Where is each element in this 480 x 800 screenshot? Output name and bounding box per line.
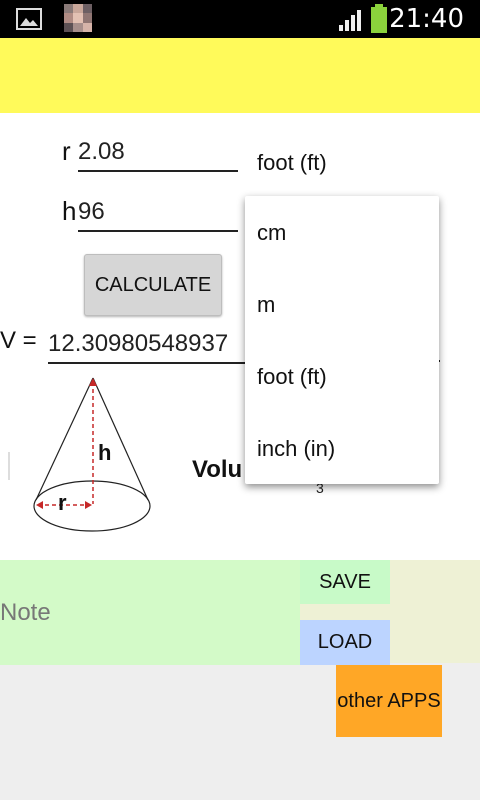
clock-text: 21:40 bbox=[389, 4, 464, 34]
save-button[interactable]: SAVE bbox=[300, 560, 390, 604]
height-input[interactable]: 96 bbox=[78, 194, 238, 232]
r-label: r bbox=[62, 136, 71, 166]
signal-icon bbox=[339, 10, 361, 31]
cone-h-label: h bbox=[98, 440, 112, 465]
small-divider bbox=[8, 452, 10, 480]
calculate-button[interactable]: CALCULATE bbox=[84, 254, 222, 316]
other-apps-button[interactable]: other APPS bbox=[336, 665, 442, 737]
ad-banner bbox=[0, 38, 480, 113]
volume-formula-text: Volu bbox=[192, 456, 243, 483]
battery-icon bbox=[371, 4, 387, 33]
dropdown-option-inch[interactable]: inch (in) bbox=[257, 436, 335, 462]
image-icon bbox=[16, 8, 42, 30]
volume-output: 12.30980548937 bbox=[48, 326, 245, 364]
dropdown-option-foot[interactable]: foot (ft) bbox=[257, 364, 327, 390]
radius-input[interactable]: 2.08 bbox=[78, 134, 238, 172]
cone-diagram bbox=[33, 377, 151, 532]
v-label: V = bbox=[0, 327, 37, 354]
h-label: h bbox=[62, 196, 77, 226]
unit-dropdown-menu: cm m foot (ft) inch (in) bbox=[245, 196, 439, 484]
load-button[interactable]: LOAD bbox=[300, 620, 390, 665]
note-placeholder: Note bbox=[0, 599, 51, 626]
app-thumbnail-icon bbox=[64, 4, 92, 32]
dropdown-option-m[interactable]: m bbox=[257, 292, 275, 318]
cone-r-label: r bbox=[58, 490, 67, 515]
dropdown-option-cm[interactable]: cm bbox=[257, 220, 286, 246]
status-bar: 21:40 bbox=[0, 0, 480, 38]
unit-spinner-text[interactable]: foot (ft) bbox=[257, 150, 327, 176]
